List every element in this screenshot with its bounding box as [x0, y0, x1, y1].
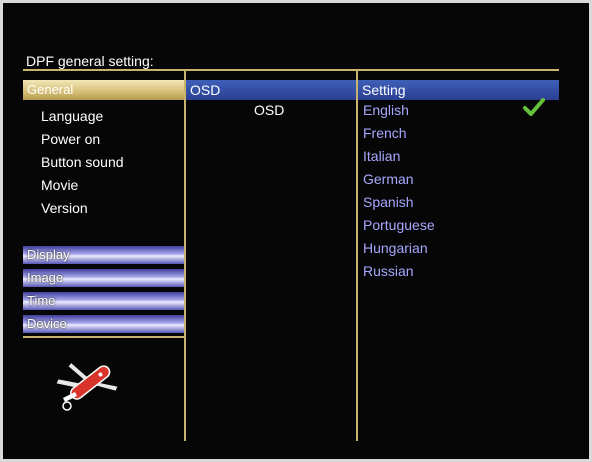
osd-header: OSD	[186, 80, 356, 100]
menu-item-movie[interactable]: Movie	[41, 174, 124, 197]
check-icon	[523, 98, 545, 121]
language-list: English French Italian German Spanish Po…	[363, 99, 435, 283]
language-option-italian[interactable]: Italian	[363, 145, 435, 168]
sidebar-bottom-divider	[23, 336, 184, 338]
language-option-hungarian[interactable]: Hungarian	[363, 237, 435, 260]
page-title: DPF general setting:	[26, 53, 154, 69]
setting-header: Setting	[358, 80, 559, 100]
tab-time[interactable]: Time	[23, 292, 184, 310]
tab-device[interactable]: Device	[23, 315, 184, 333]
menu-item-language[interactable]: Language	[41, 105, 124, 128]
language-option-portuguese[interactable]: Portuguese	[363, 214, 435, 237]
tab-general[interactable]: General	[23, 80, 184, 100]
osd-option[interactable]: OSD	[254, 102, 284, 118]
language-option-spanish[interactable]: Spanish	[363, 191, 435, 214]
menu-item-power-on[interactable]: Power on	[41, 128, 124, 151]
language-option-french[interactable]: French	[363, 122, 435, 145]
tab-display[interactable]: Display	[23, 246, 184, 264]
osd-screen: DPF general setting: General Language Po…	[3, 3, 589, 459]
language-option-russian[interactable]: Russian	[363, 260, 435, 283]
language-option-german[interactable]: German	[363, 168, 435, 191]
menu-item-version[interactable]: Version	[41, 197, 124, 220]
language-option-english[interactable]: English	[363, 99, 435, 122]
menu-item-button-sound[interactable]: Button sound	[41, 151, 124, 174]
multitool-icon	[53, 348, 123, 423]
top-divider	[23, 69, 559, 71]
general-menu: Language Power on Button sound Movie Ver…	[41, 105, 124, 220]
column-divider-right	[356, 69, 358, 441]
tab-image[interactable]: Image	[23, 269, 184, 287]
column-divider-left	[184, 69, 186, 441]
